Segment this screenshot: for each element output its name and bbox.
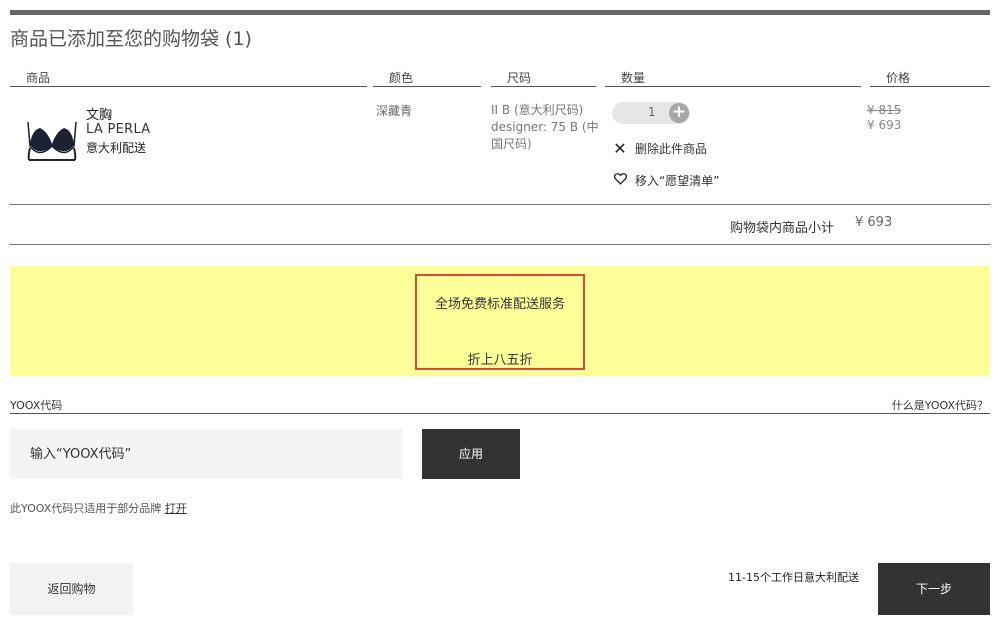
product-size-line: II B (意大利尺码) [491,103,584,117]
close-icon: ✕ [613,139,627,158]
quantity-stepper[interactable]: 1 + [612,102,690,124]
price-original: ¥ 815 [867,103,902,117]
product-size: II B (意大利尺码) designer: 75 B (中 国尺码) [491,102,599,153]
column-header-price-label: 价格 [886,71,911,85]
quantity-value: 1 [648,105,656,119]
remove-item-label: 删除此件商品 [635,142,708,156]
promo-highlight-box: 全场免费标准配送服务 折上八五折 [415,274,585,370]
divider [10,204,990,205]
delivery-estimate: 11-15个工作日意大利配送 [728,571,859,584]
promo-banner: 全场免费标准配送服务 折上八五折 [10,266,990,376]
top-divider-bar [10,10,990,15]
remove-item-button[interactable]: ✕ 删除此件商品 [612,139,707,158]
divider [10,244,990,245]
plus-icon[interactable]: + [669,103,689,123]
subtotal-value: ¥ 693 [855,215,893,230]
column-header-size-label: 尺码 [507,71,532,85]
column-header-color-label: 颜色 [389,71,414,85]
promo-code-input[interactable] [10,429,402,479]
heart-icon [612,171,628,189]
page-title: 商品已添加至您的购物袋 (1) [10,28,252,50]
column-header-size: 尺码 [491,70,596,87]
product-color: 深藏青 [376,104,413,118]
product-size-line: 国尺码) [491,137,532,151]
promo-discount-text: 折上八五折 [467,353,533,368]
column-header-product-label: 商品 [26,71,51,85]
product-shipping-origin: 意大利配送 [86,141,147,155]
product-image[interactable] [24,118,80,164]
promo-code-note-text: 此YOOX代码只适用于部分品牌 [10,502,165,515]
subtotal-label: 购物袋内商品小计 [729,221,834,236]
move-to-wishlist-button[interactable]: 移入“愿望清单” [612,171,719,189]
product-size-line: designer: 75 B (中 [491,120,599,134]
column-header-quantity-label: 数量 [621,71,646,85]
column-header-quantity: 数量 [605,70,861,87]
promo-code-header: YOOX代码 什么是YOOX代码？ [10,397,990,414]
move-to-wishlist-label: 移入“愿望清单” [635,173,720,188]
promo-code-label: YOOX代码 [10,399,63,412]
apply-code-button[interactable]: 应用 [422,429,520,479]
product-name[interactable]: 文胸 [86,104,112,123]
column-header-color: 颜色 [373,70,481,87]
promo-code-note: 此YOOX代码只适用于部分品牌 打开 [10,500,187,516]
product-brand: LA PERLA [86,122,151,137]
promo-code-help-link[interactable]: 什么是YOOX代码？ [892,397,988,413]
next-step-button[interactable]: 下一步 [878,563,990,615]
column-header-price: 价格 [870,70,990,87]
price-current: ¥ 693 [867,118,902,132]
promo-free-shipping-text: 全场免费标准配送服务 [434,297,565,312]
promo-code-open-link[interactable]: 打开 [165,502,187,515]
back-to-shopping-button[interactable]: 返回购物 [10,563,133,615]
column-header-product: 商品 [10,70,367,87]
